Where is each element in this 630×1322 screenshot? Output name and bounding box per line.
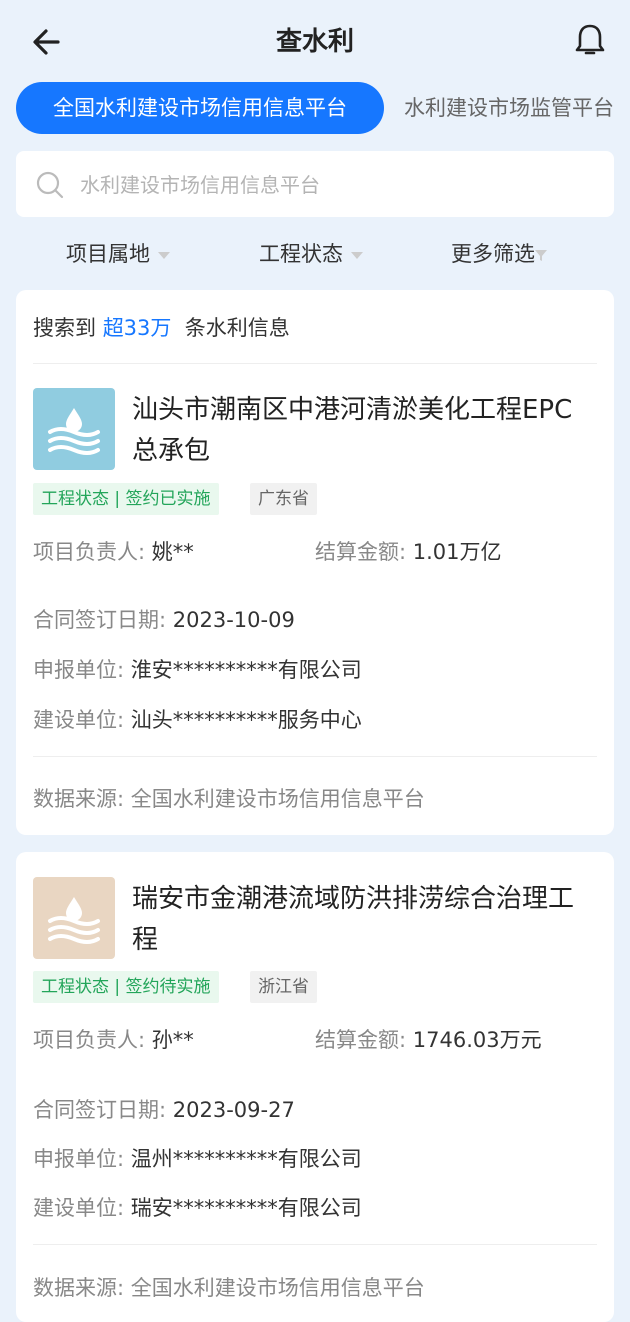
settlement-amount: 结算金额: 1.01万亿 — [315, 536, 502, 566]
field-label: 合同签订日期: — [33, 1098, 167, 1122]
field-label: 建设单位: — [33, 708, 125, 732]
field-value: 淮安**********有限公司 — [130, 658, 362, 682]
field-label: 数据来源: — [33, 787, 125, 811]
divider — [33, 1244, 597, 1245]
contract-date: 合同签订日期: 2023-09-27 — [33, 1094, 295, 1124]
project-leader: 项目负责人: 姚** — [33, 536, 194, 566]
water-project-icon — [33, 877, 115, 959]
caret-down-icon — [351, 251, 363, 259]
builder-unit: 建设单位: 汕头**********服务中心 — [33, 704, 362, 734]
caret-down-icon — [158, 251, 170, 259]
field-label: 申报单位: — [33, 1147, 125, 1171]
filter-project-location[interactable]: 项目属地 — [66, 232, 170, 276]
project-leader: 项目负责人: 孙** — [33, 1024, 194, 1054]
project-title: 汕头市潮南区中港河清淤美化工程EPC总承包 — [132, 395, 573, 466]
region-badge: 广东省 — [250, 483, 317, 515]
field-value: 瑞安**********有限公司 — [130, 1196, 362, 1220]
divider — [33, 756, 597, 757]
search-icon — [36, 171, 64, 199]
filter-label: 更多筛选 — [451, 242, 535, 266]
result-count-prefix: 搜索到 — [33, 316, 96, 340]
filter-label: 工程状态 — [259, 242, 343, 266]
region-badge: 浙江省 — [250, 971, 317, 1003]
data-source: 数据来源: 全国水利建设市场信用信息平台 — [33, 783, 425, 813]
field-value: 2023-09-27 — [172, 1098, 295, 1122]
field-value: 温州**********有限公司 — [130, 1147, 362, 1171]
filter-label: 项目属地 — [66, 242, 150, 266]
result-count-value: 超33万 — [102, 316, 172, 340]
project-title: 瑞安市金潮港流域防洪排涝综合治理工程 — [132, 884, 575, 955]
field-value: 全国水利建设市场信用信息平台 — [130, 787, 425, 811]
data-source: 数据来源: 全国水利建设市场信用信息平台 — [33, 1272, 425, 1302]
search-input[interactable] — [78, 151, 602, 219]
platform-tabs: 全国水利建设市场信用信息平台 水利建设市场监管平台 — [0, 82, 630, 136]
tab-national-credit-platform[interactable]: 全国水利建设市场信用信息平台 — [16, 82, 384, 134]
list-item[interactable]: 瑞安市金潮港流域防洪排涝综合治理工程 工程状态 | 签约待实施 浙江省 项目负责… — [16, 852, 614, 1322]
builder-unit: 建设单位: 瑞安**********有限公司 — [33, 1192, 362, 1222]
field-label: 项目负责人: — [33, 1028, 146, 1052]
status-badge: 工程状态 | 签约已实施 — [33, 483, 219, 515]
top-bar: 查水利 — [0, 0, 630, 82]
list-item[interactable]: 搜索到 超33万 条水利信息 汕头市潮南区中港河清淤美化工程EPC总承包 工程状… — [16, 290, 614, 835]
divider — [33, 363, 597, 364]
status-badge: 工程状态 | 签约待实施 — [33, 971, 219, 1003]
filter-bar: 项目属地 工程状态 更多筛选 — [0, 232, 630, 276]
search-box — [16, 151, 614, 219]
water-project-icon — [33, 388, 115, 470]
contract-date: 合同签订日期: 2023-10-09 — [33, 604, 295, 634]
field-label: 建设单位: — [33, 1196, 125, 1220]
field-label: 项目负责人: — [33, 540, 146, 564]
page-title: 查水利 — [275, 27, 354, 57]
result-count-suffix: 条水利信息 — [184, 316, 290, 340]
field-value: 孙** — [151, 1028, 194, 1052]
applicant-unit: 申报单位: 淮安**********有限公司 — [33, 654, 362, 684]
result-count: 搜索到 超33万 条水利信息 — [33, 312, 290, 342]
filter-project-status[interactable]: 工程状态 — [259, 232, 363, 276]
bell-icon — [575, 24, 605, 55]
field-value: 1746.03万元 — [412, 1028, 542, 1052]
field-label: 结算金额: — [315, 540, 407, 564]
field-label: 结算金额: — [315, 1028, 407, 1052]
field-value: 2023-10-09 — [172, 608, 295, 632]
funnel-icon — [535, 250, 547, 261]
filter-more[interactable]: 更多筛选 — [451, 232, 547, 276]
tab-supervision-platform[interactable]: 水利建设市场监管平台 — [404, 82, 614, 134]
settlement-amount: 结算金额: 1746.03万元 — [315, 1024, 542, 1054]
field-label: 合同签订日期: — [33, 608, 167, 632]
field-value: 1.01万亿 — [412, 540, 502, 564]
field-value: 姚** — [151, 540, 194, 564]
applicant-unit: 申报单位: 温州**********有限公司 — [33, 1143, 362, 1173]
field-value: 汕头**********服务中心 — [130, 708, 362, 732]
notifications-button[interactable] — [570, 20, 610, 60]
field-label: 申报单位: — [33, 658, 125, 682]
